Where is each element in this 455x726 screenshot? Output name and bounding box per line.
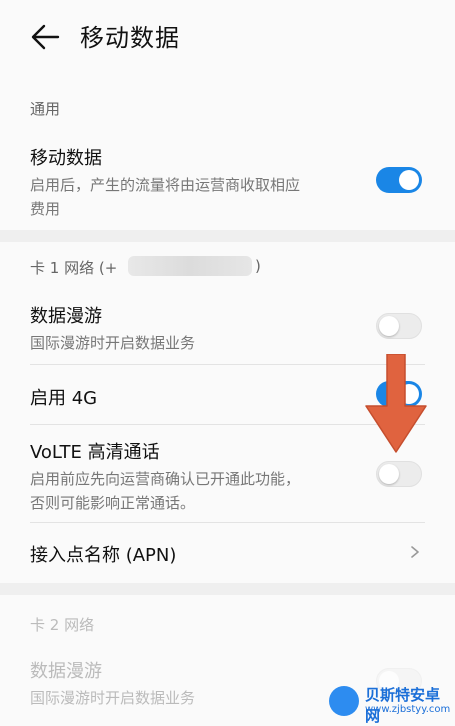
mobile-data-desc-2: 费用 <box>30 200 61 218</box>
redacted-number <box>128 256 252 276</box>
use-4g-title: 启用 4G <box>30 388 98 409</box>
page-title: 移动数据 <box>80 24 180 52</box>
section-general: 通用 <box>30 100 61 118</box>
section-separator <box>0 230 455 242</box>
mobile-data-settings-page: 移动数据 通用 移动数据 启用后，产生的流量将由运营商收取相应 费用 卡 1 网… <box>0 0 455 726</box>
watermark-url: www.zjbstyy.com <box>365 704 451 715</box>
apn-title: 接入点名称 (APN) <box>30 545 177 566</box>
mobile-data-toggle[interactable] <box>376 167 422 193</box>
toggle-knob <box>399 170 419 190</box>
arrow-down-icon <box>365 354 427 453</box>
arrow-left-icon[interactable] <box>30 22 62 52</box>
toggle-knob <box>379 464 399 484</box>
mobile-data-desc-1: 启用后，产生的流量将由运营商收取相应 <box>30 176 301 194</box>
sim1-label-tail: ) <box>255 257 261 275</box>
header: 移动数据 <box>0 0 455 78</box>
section-sim1: 卡 1 网络 (+ <box>30 257 117 278</box>
toggle-knob <box>379 316 399 336</box>
volte-desc-2: 否则可能影响正常通话。 <box>30 494 196 512</box>
sim1-label: 卡 1 网络 (+ <box>30 259 118 277</box>
section-sim2: 卡 2 网络 <box>30 616 95 634</box>
sim2-roaming-desc: 国际漫游时开启数据业务 <box>30 689 196 707</box>
watermark: 贝斯特安卓网 www.zjbstyy.com <box>329 682 451 725</box>
sim1-roaming-toggle[interactable] <box>376 313 422 339</box>
section-separator <box>0 583 455 595</box>
divider <box>30 522 425 523</box>
chevron-right-icon <box>411 546 419 558</box>
volte-toggle[interactable] <box>376 461 422 487</box>
sim2-roaming-title: 数据漫游 <box>30 661 102 682</box>
volte-title: VoLTE 高清通话 <box>30 442 160 463</box>
watermark-logo <box>329 686 359 716</box>
roaming-desc: 国际漫游时开启数据业务 <box>30 334 196 352</box>
roaming-title: 数据漫游 <box>30 306 102 327</box>
mobile-data-title: 移动数据 <box>30 148 102 169</box>
volte-desc-1: 启用前应先向运营商确认已开通此功能， <box>30 470 301 488</box>
